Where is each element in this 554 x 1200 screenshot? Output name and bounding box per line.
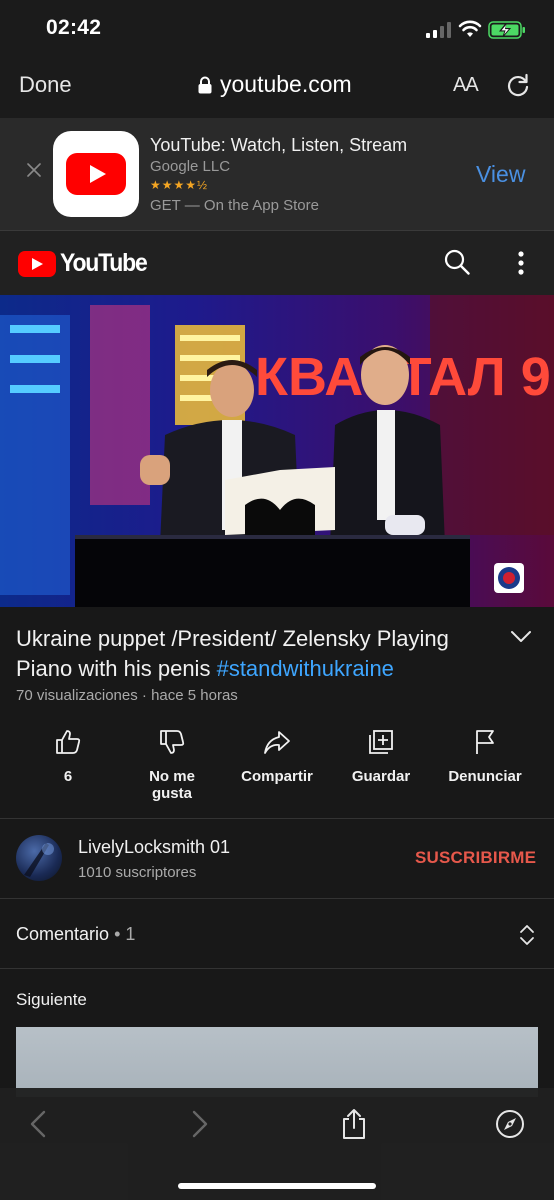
save-button[interactable]: Guardar <box>326 728 436 785</box>
wifi-icon <box>458 20 482 37</box>
up-next-heading: Siguiente <box>16 990 87 1009</box>
channel-name[interactable]: LivelyLocksmith 01 <box>78 837 230 858</box>
dislike-button[interactable]: No me gusta <box>117 728 227 802</box>
lock-icon <box>198 76 212 93</box>
share-icon <box>264 731 290 754</box>
text-size-button[interactable]: AA <box>453 74 479 97</box>
report-label: Denunciar <box>448 768 522 785</box>
youtube-app-icon <box>53 131 139 217</box>
subscriber-count: 1010 suscriptores <box>78 864 197 881</box>
compass-icon[interactable] <box>495 1108 525 1140</box>
divider <box>0 898 554 899</box>
like-count: 6 <box>63 768 73 785</box>
url-text: youtube.com <box>220 71 352 97</box>
hashtag-link[interactable]: #standwithukraine <box>217 656 394 681</box>
battery-charging-icon <box>488 21 525 39</box>
view-app-button[interactable]: View <box>476 161 525 188</box>
thumbs-down-icon <box>160 730 185 754</box>
channel-avatar[interactable] <box>16 835 62 881</box>
cellular-signal-icon <box>426 22 451 38</box>
youtube-logo[interactable]: YouTube <box>18 249 154 278</box>
address-bar[interactable]: youtube.com <box>198 71 352 98</box>
forward-icon[interactable] <box>184 1108 214 1140</box>
video-frame-image: КВАРТАЛ 9 <box>0 295 554 607</box>
share-button[interactable]: Compartir <box>222 728 332 785</box>
search-icon[interactable] <box>444 249 470 275</box>
avatar-image <box>24 843 54 877</box>
app-rating-stars: ★★★★½ <box>150 178 209 192</box>
comments-count: • 1 <box>114 924 136 944</box>
youtube-play-icon <box>18 250 56 277</box>
done-button[interactable]: Done <box>19 72 72 98</box>
app-developer: Google LLC <box>150 158 231 175</box>
status-time: 02:42 <box>46 16 102 39</box>
comments-label: Comentario <box>16 924 110 944</box>
chevron-down-icon[interactable] <box>510 630 532 644</box>
save-label: Guardar <box>351 768 411 785</box>
video-title[interactable]: Ukraine puppet /President/ Zelensky Play… <box>16 624 496 684</box>
close-icon[interactable] <box>27 163 41 177</box>
report-button[interactable]: Denunciar <box>430 728 540 785</box>
comments-section[interactable]: Comentario • 1 <box>16 924 135 945</box>
subscribe-button[interactable]: SUSCRIBIRME <box>415 848 536 868</box>
flag-icon <box>476 730 494 754</box>
home-indicator <box>178 1183 376 1189</box>
divider <box>0 968 554 969</box>
app-title: YouTube: Watch, Listen, Stream <box>150 135 408 155</box>
video-player[interactable]: КВАРТАЛ 9 <box>0 295 554 607</box>
next-video-thumbnail[interactable] <box>16 1027 538 1097</box>
divider <box>0 818 554 819</box>
add-to-playlist-icon <box>369 730 393 754</box>
app-store-text: GET — On the App Store <box>150 197 319 214</box>
video-metadata: 70 visualizaciones · hace 5 horas <box>16 687 238 704</box>
dislike-label: No me gusta <box>149 768 195 802</box>
expand-collapse-icon[interactable] <box>519 924 535 946</box>
youtube-logo-text: YouTube <box>60 249 148 277</box>
reload-icon[interactable] <box>505 72 531 98</box>
share-label: Compartir <box>241 768 313 785</box>
share-sheet-icon[interactable] <box>339 1108 369 1140</box>
more-options-icon[interactable] <box>518 251 524 275</box>
like-button[interactable]: 6 <box>13 728 123 785</box>
back-icon[interactable] <box>24 1108 54 1140</box>
thumbs-up-icon <box>56 730 81 754</box>
